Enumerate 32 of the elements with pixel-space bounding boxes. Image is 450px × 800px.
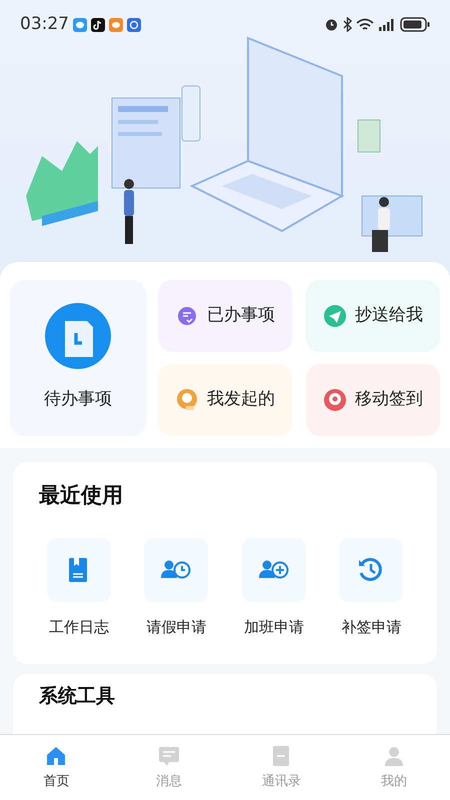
shortcut-label: 工作日志 (48, 616, 109, 638)
tile-label: 我发起的 (207, 388, 275, 412)
quick-action-tile[interactable]: 已办事项 (158, 280, 292, 352)
tile-label: 待办事项 (44, 388, 112, 412)
quick-action-tile[interactable]: 我发起的 (158, 364, 292, 436)
shortcut-label: 加班申请 (244, 616, 304, 638)
pending-tasks-tile[interactable]: 待办事项 (10, 280, 146, 436)
wifi-icon (356, 18, 374, 32)
app-icon (127, 18, 141, 32)
message-app-icon (109, 18, 123, 32)
shortcut-button[interactable] (339, 538, 404, 602)
tile-label: 移动签到 (355, 388, 423, 412)
shortcut-button[interactable] (46, 538, 111, 602)
shortcut-label: 补签申请 (341, 616, 402, 638)
quick-action-tile[interactable]: 抄送给我 (306, 280, 440, 352)
shortcut-button[interactable] (144, 538, 208, 602)
quick-action-tile[interactable]: 移动签到 (306, 364, 440, 436)
bluetooth-icon (343, 17, 352, 32)
music-app-icon (91, 18, 105, 32)
document-clock-icon (45, 303, 111, 370)
tab-bar-item[interactable]: 首页 (0, 735, 112, 800)
alarm-icon (324, 17, 339, 32)
section-title: 最近使用 (38, 482, 124, 509)
battery-icon (400, 17, 430, 32)
status-time: 03:27 (20, 13, 69, 36)
section-title: 系统工具 (38, 684, 116, 709)
shortcut-button[interactable] (242, 538, 306, 602)
chat-app-icon (73, 18, 87, 32)
shortcut-label: 请假申请 (146, 616, 206, 638)
tile-label: 抄送给我 (355, 304, 423, 328)
tile-label: 已办事项 (207, 304, 275, 328)
signal-icon (378, 18, 396, 32)
